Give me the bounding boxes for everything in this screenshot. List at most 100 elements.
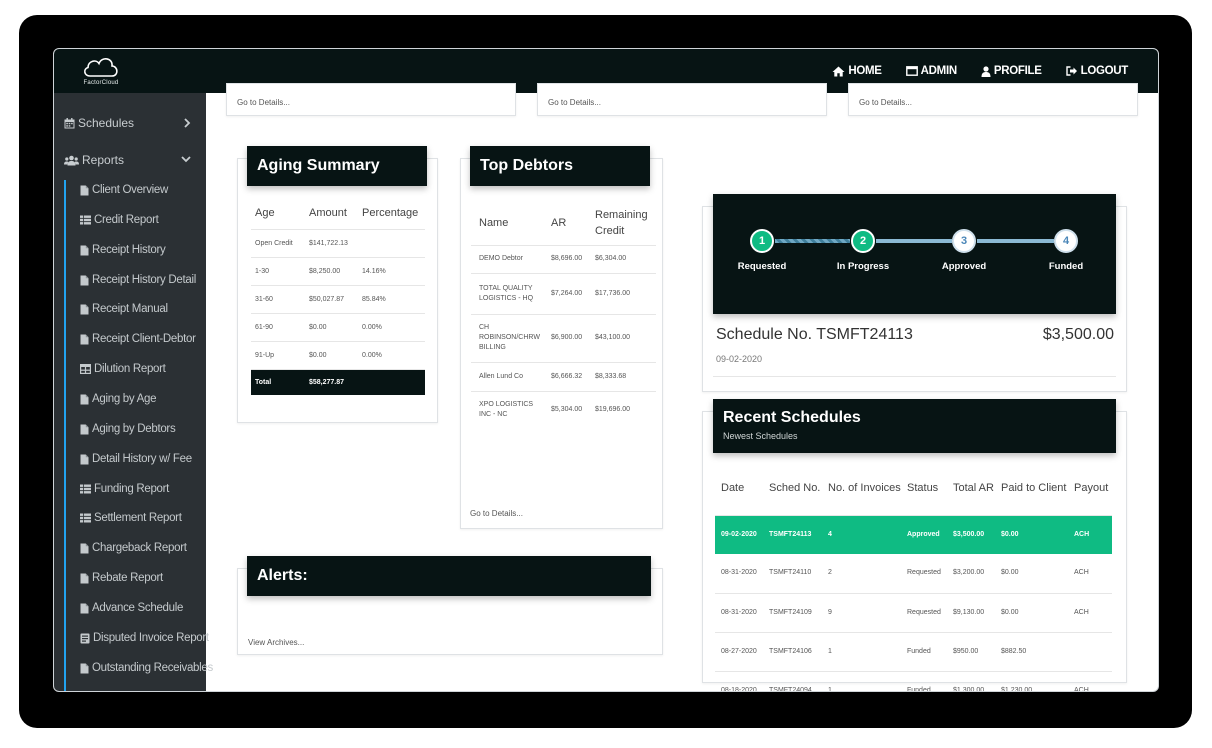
file-icon [80, 275, 89, 285]
home-icon [832, 66, 845, 76]
amount-cell: $8,250.00 [305, 257, 358, 286]
sidebar-item-aging-by-debtors[interactable]: Aging by Debtors [80, 419, 220, 439]
schedule-progress-panel: 1 2 3 4 Requested In Progress Approved F… [713, 194, 1116, 314]
step-3-label: Approved [941, 261, 987, 272]
table-row: 1-30 $8,250.00 14.16% [251, 257, 425, 286]
total-ar-cell: $3,500.00 [947, 515, 995, 554]
go-to-details-link[interactable]: Go to Details... [237, 98, 290, 107]
step-connector [977, 239, 1054, 243]
sidebar-item-credit-report[interactable]: Credit Report [80, 210, 220, 230]
sidebar-item-label: Receipt Client-Debtor [92, 333, 196, 345]
percentage-cell: 0.00% [358, 313, 425, 342]
remaining-credit-cell: $6,304.00 [587, 245, 656, 274]
file-icon [80, 245, 89, 255]
sidebar-item-aging-by-age[interactable]: Aging by Age [80, 389, 220, 409]
column-header: AR [543, 201, 587, 246]
sidebar-item-receipt-history-detail[interactable]: Receipt History Detail [80, 270, 220, 290]
age-cell: 61-90 [251, 313, 305, 342]
step-4-circle: 4 [1054, 229, 1078, 253]
age-cell: 91-Up [251, 341, 305, 370]
column-header: Age [251, 198, 305, 230]
step-4-label: Funded [1048, 261, 1084, 272]
file-icon [80, 185, 89, 195]
date-cell: 09-02-2020 [715, 515, 763, 554]
sidebar-item-receipt-manual[interactable]: Receipt Manual [80, 299, 220, 319]
table-row: 31-60 $50,027.87 85.84% [251, 285, 425, 314]
table-row[interactable]: 08-31-2020 TSMFT24110 2 Requested $3,200.00 $… [715, 554, 1112, 594]
sidebar-item-receipt-client-debtor[interactable]: Receipt Client-Debtor [80, 329, 220, 349]
column-header: Paid to Client [995, 463, 1068, 516]
nav-home[interactable]: HOME [832, 65, 882, 77]
sidebar-item-label: Chargeback Report [92, 542, 187, 554]
file-icon [80, 304, 89, 314]
nav-admin-label: ADMIN [920, 65, 958, 77]
table-header-row: Name AR Remaining Credit [471, 201, 656, 246]
ar-cell: $8,696.00 [543, 245, 587, 274]
sidebar-item-detail-history-fee[interactable]: Detail History w/ Fee [80, 449, 220, 469]
sidebar-item-chargeback-report[interactable]: Chargeback Report [80, 538, 220, 558]
table-header-row: Age Amount Percentage [251, 198, 425, 230]
alerts-header: Alerts: [247, 556, 651, 596]
users-icon [64, 155, 79, 165]
nav-admin[interactable]: ADMIN [905, 65, 958, 77]
sidebar-item-rebate-report[interactable]: Rebate Report [80, 568, 220, 588]
amount-cell: $0.00 [305, 341, 358, 370]
go-to-details-link[interactable]: Go to Details... [859, 98, 912, 107]
sched-no-cell: TSMFT24106 [763, 632, 822, 672]
table-header-row: Date Sched No. No. of Invoices Status To… [715, 463, 1112, 516]
table-icon [80, 364, 91, 374]
status-cell: Requested [901, 554, 947, 594]
debtors-details-link[interactable]: Go to Details... [470, 509, 523, 518]
invoices-cell: 9 [822, 593, 901, 633]
sidebar-item-funding-report[interactable]: Funding Report [80, 479, 220, 499]
table-row[interactable]: 08-27-2020 TSMFT24106 1 Funded $950.00 $882.5… [715, 632, 1112, 672]
step-2-circle: 2 [851, 229, 875, 253]
total-ar-cell: $9,130.00 [947, 593, 995, 633]
window-icon [905, 66, 918, 76]
main-content: Go to Details... Go to Details... Go to … [206, 83, 1158, 691]
table-row-selected[interactable]: 09-02-2020 TSMFT24113 4 Approved $3,500.00 $0… [715, 515, 1112, 554]
table-row: 61-90 $0.00 0.00% [251, 313, 425, 342]
file-icon [80, 543, 89, 553]
sidebar-item-label: Aging by Debtors [92, 423, 176, 435]
sidebar-item-dilution-report[interactable]: Dilution Report [80, 359, 220, 379]
sidebar-item-disputed-invoice-report[interactable]: Disputed Invoice Report [80, 628, 220, 648]
age-cell: 31-60 [251, 285, 305, 314]
view-archives-link[interactable]: View Archives... [248, 638, 304, 647]
column-header: Name [471, 201, 543, 246]
sidebar-item-receipt-history[interactable]: Receipt History [80, 240, 220, 260]
payout-cell: ACH [1068, 593, 1112, 633]
sidebar-reports[interactable]: Reports [64, 150, 196, 170]
column-header: Remaining Credit [587, 201, 656, 246]
step-3-circle: 3 [952, 229, 976, 253]
debtor-name-cell: CH ROBINSON/CHRW BILLING [471, 314, 543, 363]
file-icon [80, 603, 89, 613]
nav-home-label: HOME [848, 65, 882, 77]
debtor-name-cell: Allen Lund Co [471, 362, 543, 392]
sidebar-item-client-overview[interactable]: Client Overview [80, 180, 220, 200]
table-row[interactable]: 08-18-2020 TSMFT24094 1 Funded $1,300.00 $1,2… [715, 671, 1112, 691]
ar-cell: $6,900.00 [543, 314, 587, 363]
sidebar-item-advance-schedule[interactable]: Advance Schedule [80, 598, 220, 618]
sidebar-item-settlement-report[interactable]: Settlement Report [80, 508, 220, 528]
sidebar-item-label: Receipt History [92, 244, 166, 256]
nav-profile[interactable]: PROFILE [981, 65, 1042, 77]
sidebar-item-label: Settlement Report [94, 512, 182, 524]
file-icon [80, 334, 89, 344]
column-header: Percentage [358, 198, 425, 230]
app-logo[interactable]: FactorCloud [76, 55, 126, 89]
table-row: Allen Lund Co $6,666.32 $8,333.68 [471, 362, 656, 392]
paid-cell: $1,230.00 [995, 671, 1068, 691]
sidebar-schedules[interactable]: Schedules [64, 113, 196, 133]
go-to-details-link[interactable]: Go to Details... [548, 98, 601, 107]
table-row: DEMO Debtor $8,696.00 $6,304.00 [471, 245, 656, 274]
nav-logout[interactable]: LOGOUT [1065, 65, 1128, 77]
sidebar-item-outstanding-receivables[interactable]: Outstanding Receivables [80, 658, 220, 678]
logout-icon [1065, 66, 1077, 76]
sched-no-cell: TSMFT24113 [763, 515, 822, 554]
table-row[interactable]: 08-31-2020 TSMFT24109 9 Requested $9,130.00 $… [715, 593, 1112, 633]
sidebar-item-label: Receipt Manual [92, 303, 168, 315]
status-cell: Requested [901, 593, 947, 633]
table-row: TOTAL QUALITY LOGISTICS - HQ $7,264.00 $17… [471, 273, 656, 315]
percentage-cell: 14.16% [358, 257, 425, 286]
